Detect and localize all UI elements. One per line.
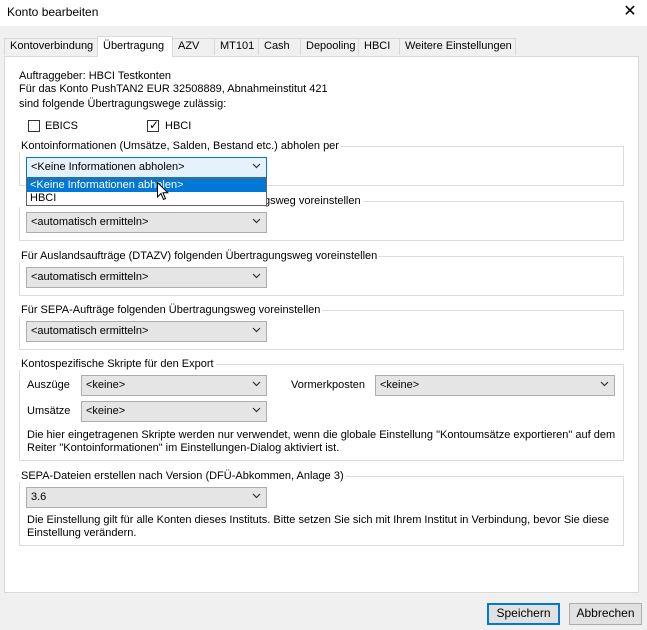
ausland-value: <automatisch ermitteln> <box>31 271 149 283</box>
vormerk-value: <keine> <box>380 379 420 391</box>
close-icon[interactable]: ✕ <box>613 0 647 26</box>
chevron-down-icon <box>252 327 261 333</box>
umsaetze-value: <keine> <box>86 405 126 417</box>
chevron-down-icon <box>252 493 261 499</box>
auszuege-value: <keine> <box>86 379 126 391</box>
hbci-label[interactable]: HBCI <box>165 120 191 133</box>
chevron-down-icon <box>600 381 609 387</box>
tab-mt101[interactable]: MT101 <box>214 38 259 55</box>
umsaetze-label: Umsätze <box>27 405 71 417</box>
tab-depooling[interactable]: Depooling <box>300 38 359 55</box>
kontoinfo-value: <Keine Informationen abholen> <box>31 161 185 173</box>
cancel-button[interactable]: Abbrechen <box>569 603 642 625</box>
info-auftraggeber: Auftraggeber: HBCI Testkonten <box>19 70 172 82</box>
kontoinfo-legend: Kontoinformationen (Umsätze, Salden, Bes… <box>19 140 341 152</box>
auszuege-select[interactable]: <keine> <box>81 375 267 396</box>
kontoinfo-select[interactable]: <Keine Informationen abholen> <box>26 157 267 178</box>
window-title: Konto bearbeiten <box>7 5 99 19</box>
tab-kontoverbindung[interactable]: Kontoverbindung <box>4 38 98 55</box>
chevron-down-icon <box>252 163 261 169</box>
tab-hbci[interactable]: HBCI <box>358 38 400 55</box>
scripts-note-line2: Reiter "Kontoinformationen" im Einstellu… <box>27 442 340 454</box>
tab-weitere-einstellungen[interactable]: Weitere Einstellungen <box>399 38 516 55</box>
sepa-version-note-line2: Einstellung verändern. <box>27 527 137 539</box>
vormerk-label: Vormerkposten <box>291 379 365 391</box>
hbci-checkbox[interactable]: ✓ <box>147 118 160 132</box>
inland-select[interactable]: <automatisch ermitteln> <box>26 212 267 233</box>
ebics-checkbox[interactable] <box>28 120 40 132</box>
inland-value: <automatisch ermitteln> <box>31 216 149 228</box>
scripts-legend: Kontospezifische Skripte für den Export <box>19 358 216 370</box>
tab-azv[interactable]: AZV <box>172 38 215 55</box>
chevron-down-icon <box>252 407 261 413</box>
ausland-select[interactable]: <automatisch ermitteln> <box>26 267 267 288</box>
tab-uebertragung[interactable]: Übertragung <box>97 36 173 57</box>
title-bar: Konto bearbeiten ✕ <box>0 0 647 26</box>
info-konto: Für das Konto PushTAN2 EUR 32508889, Abn… <box>19 83 328 95</box>
auszuege-label: Auszüge <box>27 379 70 391</box>
ausland-legend: Für Auslandsaufträge (DTAZV) folgenden Ü… <box>19 250 380 262</box>
sepa-legend: Für SEPA-Aufträge folgenden Übertragungs… <box>19 304 323 316</box>
chevron-down-icon <box>252 273 261 279</box>
check-icon: ✓ <box>149 118 160 132</box>
sepa-version-legend: SEPA-Dateien erstellen nach Version (DFÜ… <box>19 470 346 482</box>
kontoinfo-option-hbci[interactable]: HBCI <box>27 192 266 205</box>
ebics-label[interactable]: EBICS <box>45 120 78 133</box>
sepa-select[interactable]: <automatisch ermitteln> <box>26 321 267 342</box>
umsaetze-select[interactable]: <keine> <box>81 401 267 422</box>
tab-cash[interactable]: Cash <box>258 38 301 55</box>
kontoinfo-option-keine[interactable]: <Keine Informationen abholen> <box>27 179 266 192</box>
kontoinfo-dropdown-list[interactable]: <Keine Informationen abholen> HBCI <box>26 178 267 206</box>
info-zulaessig: sind folgende Übertragungswege zulässig: <box>19 98 227 110</box>
sepa-version-note-line1: Die Einstellung gilt für alle Konten die… <box>27 514 610 526</box>
mouse-pointer-icon <box>157 182 169 201</box>
chevron-down-icon <box>252 218 261 224</box>
sepa-value: <automatisch ermitteln> <box>31 325 149 337</box>
sepa-version-value: 3.6 <box>31 491 47 503</box>
scripts-note-line1: Die hier eingetragenen Skripte werden nu… <box>27 429 616 441</box>
sepa-version-select[interactable]: 3.6 <box>26 487 267 508</box>
chevron-down-icon <box>252 381 261 387</box>
vormerk-select[interactable]: <keine> <box>375 375 615 396</box>
save-button[interactable]: Speichern <box>487 603 560 625</box>
